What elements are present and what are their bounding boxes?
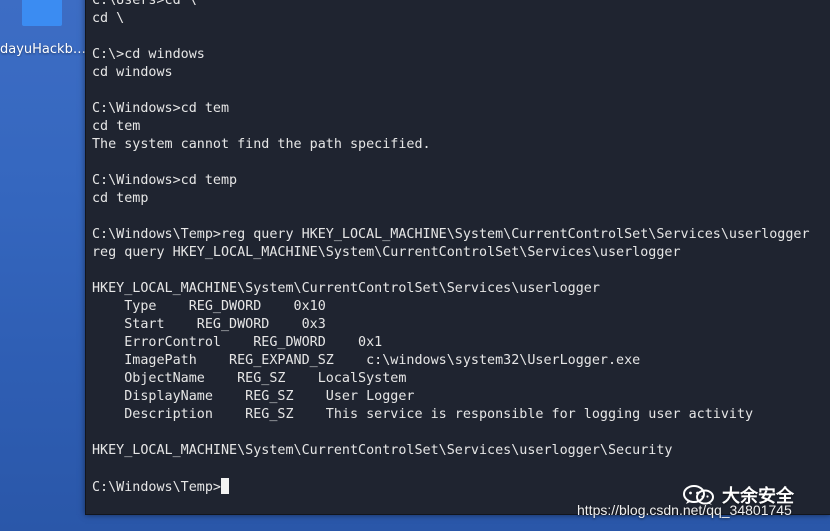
terminal-line: Type REG_DWORD 0x10	[92, 299, 326, 314]
terminal-line: C:\Windows\Temp>reg query HKEY_LOCAL_MAC…	[92, 227, 810, 242]
text-cursor	[221, 478, 229, 494]
terminal-line: reg query HKEY_LOCAL_MACHINE\System\Curr…	[92, 245, 681, 260]
terminal-line: C:\Users>cd \	[92, 0, 197, 8]
terminal-line: DisplayName REG_SZ User Logger	[92, 389, 415, 404]
terminal-line: HKEY_LOCAL_MACHINE\System\CurrentControl…	[92, 281, 600, 296]
terminal-line: ErrorControl REG_DWORD 0x1	[92, 335, 383, 350]
terminal-line: Start REG_DWORD 0x3	[92, 317, 326, 332]
terminal-line: Description REG_SZ This service is respo…	[92, 407, 754, 422]
terminal-line: ImagePath REG_EXPAND_SZ c:\windows\syste…	[92, 353, 641, 368]
terminal-line: cd windows	[92, 65, 173, 80]
prompt-text: C:\Windows\Temp>	[92, 480, 221, 495]
terminal-line: cd \	[92, 11, 125, 26]
terminal-line: C:\>cd windows	[92, 47, 205, 62]
terminal-line: cd tem	[92, 119, 141, 134]
terminal-window[interactable]: C:\Users>cd \ cd \ C:\>cd windows cd win…	[85, 0, 830, 515]
terminal-line: C:\Windows>cd temp	[92, 173, 238, 188]
csdn-url: https://blog.csdn.net/qq_34801745	[577, 502, 792, 518]
terminal-line: ObjectName REG_SZ LocalSystem	[92, 371, 407, 386]
terminal-line: The system cannot find the path specifie…	[92, 137, 431, 152]
terminal-line: cd temp	[92, 191, 149, 206]
desktop-shortcut[interactable]: dayuHackba...	[0, 0, 86, 70]
desktop-shortcut-label: dayuHackba...	[0, 42, 86, 57]
folder-icon	[22, 0, 62, 26]
terminal-line: HKEY_LOCAL_MACHINE\System\CurrentControl…	[92, 443, 673, 458]
terminal-line: C:\Windows>cd tem	[92, 101, 230, 116]
terminal-output: C:\Users>cd \ cd \ C:\>cd windows cd win…	[92, 0, 810, 496]
